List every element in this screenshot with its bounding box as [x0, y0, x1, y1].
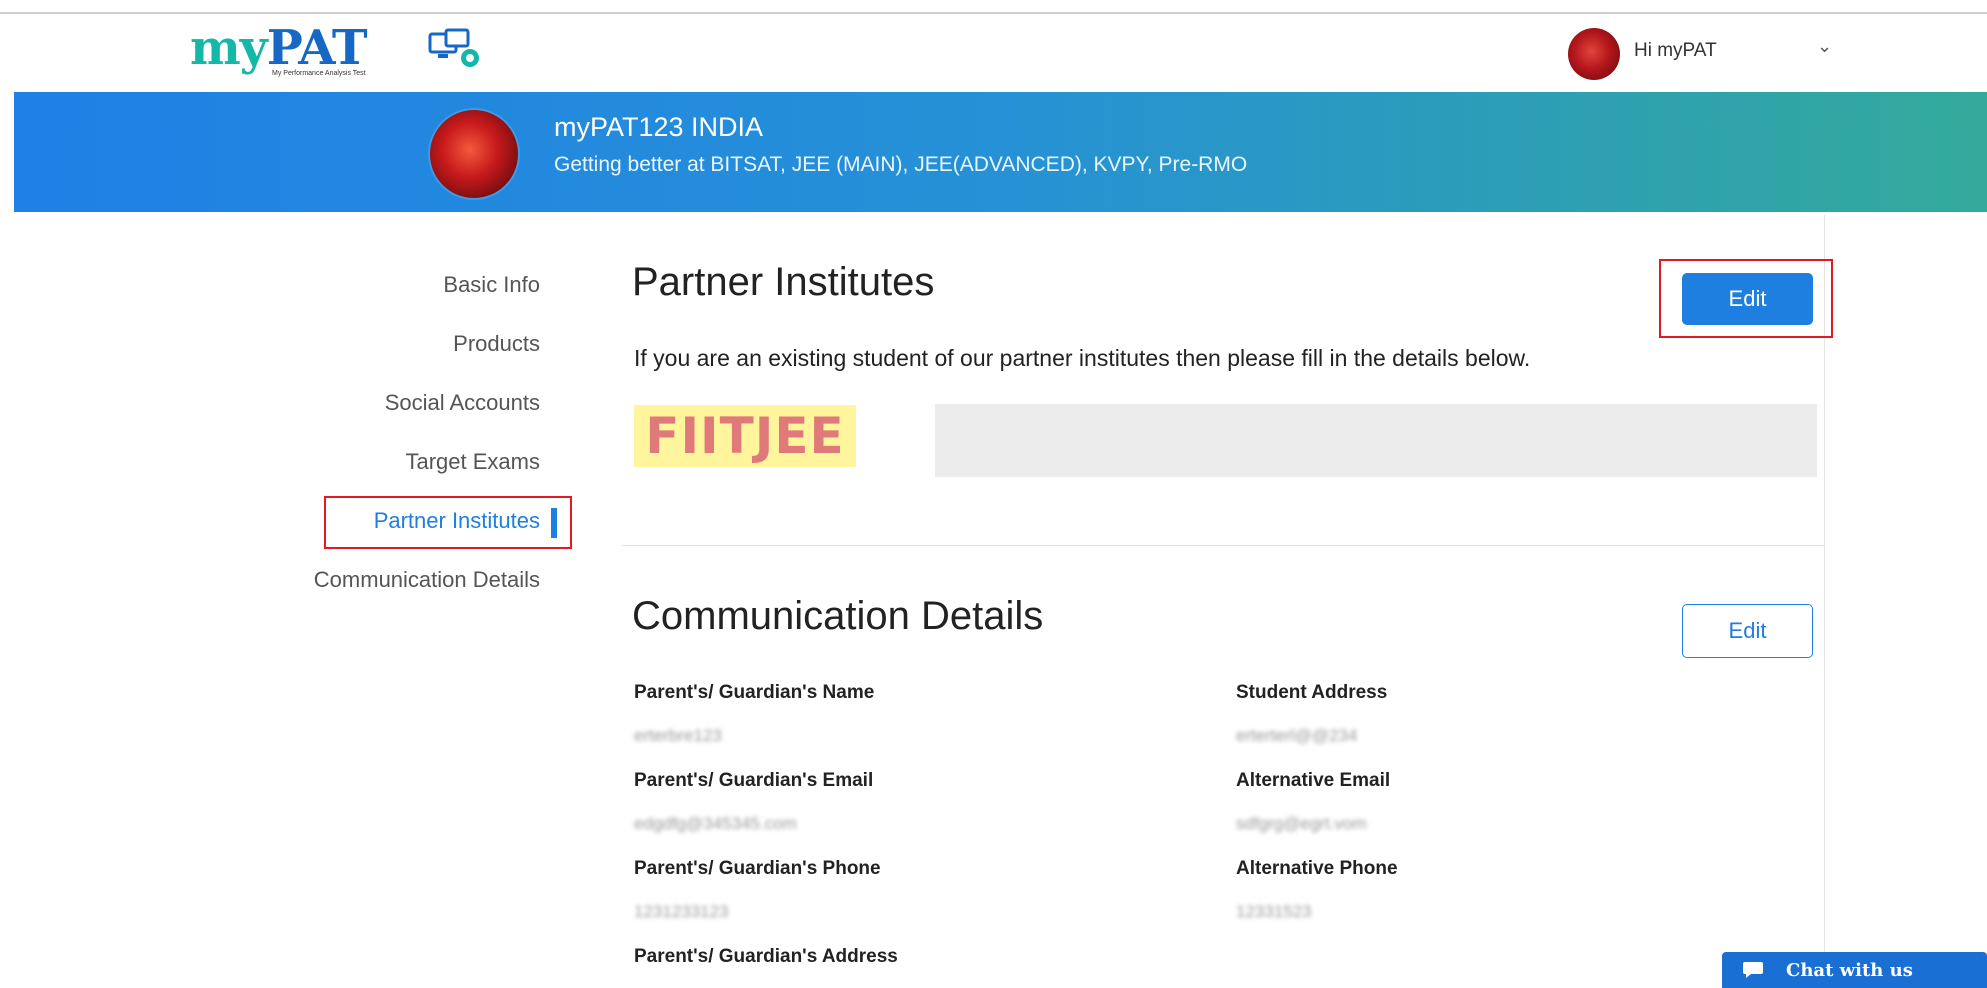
sidebar-item-social-accounts[interactable]: Social Accounts	[385, 390, 540, 416]
alternative-email-label: Alternative Email	[1236, 770, 1391, 791]
section-divider	[622, 545, 1824, 546]
chat-label: Chat with us	[1786, 959, 1913, 981]
partner-institutes-title: Partner Institutes	[632, 260, 935, 304]
profile-avatar	[430, 110, 518, 198]
parent-phone-value: 1231233123	[634, 902, 729, 921]
alternative-email-value: sdfgrg@egrt.vom	[1236, 814, 1367, 833]
fiitjee-logo: FIITJEE	[634, 405, 856, 467]
parent-address-label: Parent's/ Guardian's Address	[634, 946, 898, 967]
sidebar-item-basic-info[interactable]: Basic Info	[443, 272, 540, 298]
parent-email-value: edgdfg@345345.com	[634, 814, 797, 833]
sidebar-item-communication-details[interactable]: Communication Details	[314, 567, 540, 593]
parent-phone-label: Parent's/ Guardian's Phone	[634, 858, 881, 879]
chat-with-us-button[interactable]: Chat with us	[1722, 952, 1987, 988]
chevron-down-icon[interactable]: ⌄	[1817, 36, 1832, 57]
sidebar-item-target-exams[interactable]: Target Exams	[406, 449, 541, 475]
user-avatar[interactable]	[1568, 28, 1620, 80]
communication-details-title: Communication Details	[632, 594, 1044, 638]
logo-pat-text: PAT	[266, 20, 368, 76]
fiitjee-logo-text: FIITJEE	[645, 407, 845, 465]
profile-subtitle: Getting better at BITSAT, JEE (MAIN), JE…	[554, 153, 1248, 176]
sidebar-item-products[interactable]: Products	[453, 331, 540, 357]
communication-edit-button[interactable]: Edit	[1682, 604, 1813, 658]
partner-description: If you are an existing student of our pa…	[634, 345, 1531, 371]
logo-tagline: My Performance Analysis Test	[272, 70, 366, 77]
student-address-label: Student Address	[1236, 682, 1388, 703]
student-address-value: erterterl@@234	[1236, 726, 1358, 745]
logo-my-text: my	[190, 20, 268, 76]
parent-email-label: Parent's/ Guardian's Email	[634, 770, 874, 791]
highlight-box-sidebar	[324, 496, 572, 549]
highlight-box-edit	[1659, 259, 1833, 338]
computer-icon	[428, 28, 479, 67]
profile-banner	[14, 92, 1987, 212]
alternative-phone-value: 12331523	[1236, 902, 1312, 921]
user-greeting[interactable]: Hi myPAT	[1634, 40, 1717, 62]
parent-name-label: Parent's/ Guardian's Name	[634, 682, 875, 703]
parent-name-value: erterbre123	[634, 726, 722, 745]
institute-detail-field[interactable]	[935, 404, 1817, 477]
alternative-phone-label: Alternative Phone	[1236, 858, 1398, 879]
profile-name: myPAT123 INDIA	[554, 112, 764, 142]
chat-bubble-icon	[1743, 962, 1763, 978]
